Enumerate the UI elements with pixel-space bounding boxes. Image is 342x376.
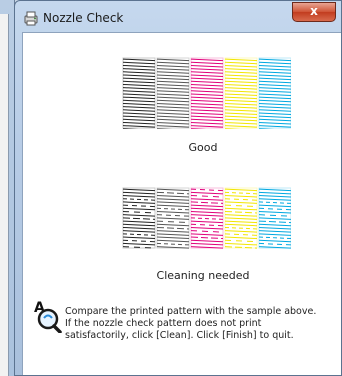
instruction-message: Compare the printed pattern with the sam…	[65, 306, 317, 341]
background-window	[0, 0, 15, 376]
title-bar[interactable]: Nozzle Check x	[15, 1, 341, 33]
pattern-column-4	[258, 57, 291, 129]
pattern-column-3	[224, 187, 258, 249]
background-window-pane	[0, 14, 9, 376]
nozzle-check-dialog: Nozzle Check x Good Cleaning needed A Co…	[14, 0, 342, 376]
dialog-content: Good Cleaning needed A Compare the print…	[22, 32, 341, 375]
help-search-icon: A	[34, 300, 62, 333]
printer-icon	[24, 11, 38, 26]
pattern-column-1	[156, 57, 190, 129]
good-label: Good	[188, 141, 218, 154]
close-icon: x	[310, 4, 318, 18]
window-title: Nozzle Check	[43, 11, 124, 25]
pattern-column-0	[122, 57, 156, 129]
pattern-column-2	[190, 57, 224, 129]
pattern-column-1	[156, 187, 190, 249]
close-button[interactable]: x	[292, 2, 336, 22]
cleaning-needed-pattern-sample	[122, 187, 291, 249]
pattern-column-3	[224, 57, 258, 129]
cleaning-needed-label: Cleaning needed	[156, 269, 250, 282]
pattern-column-2	[190, 187, 224, 249]
pattern-column-0	[122, 187, 156, 249]
good-pattern-sample	[122, 57, 291, 129]
pattern-column-4	[258, 187, 291, 249]
